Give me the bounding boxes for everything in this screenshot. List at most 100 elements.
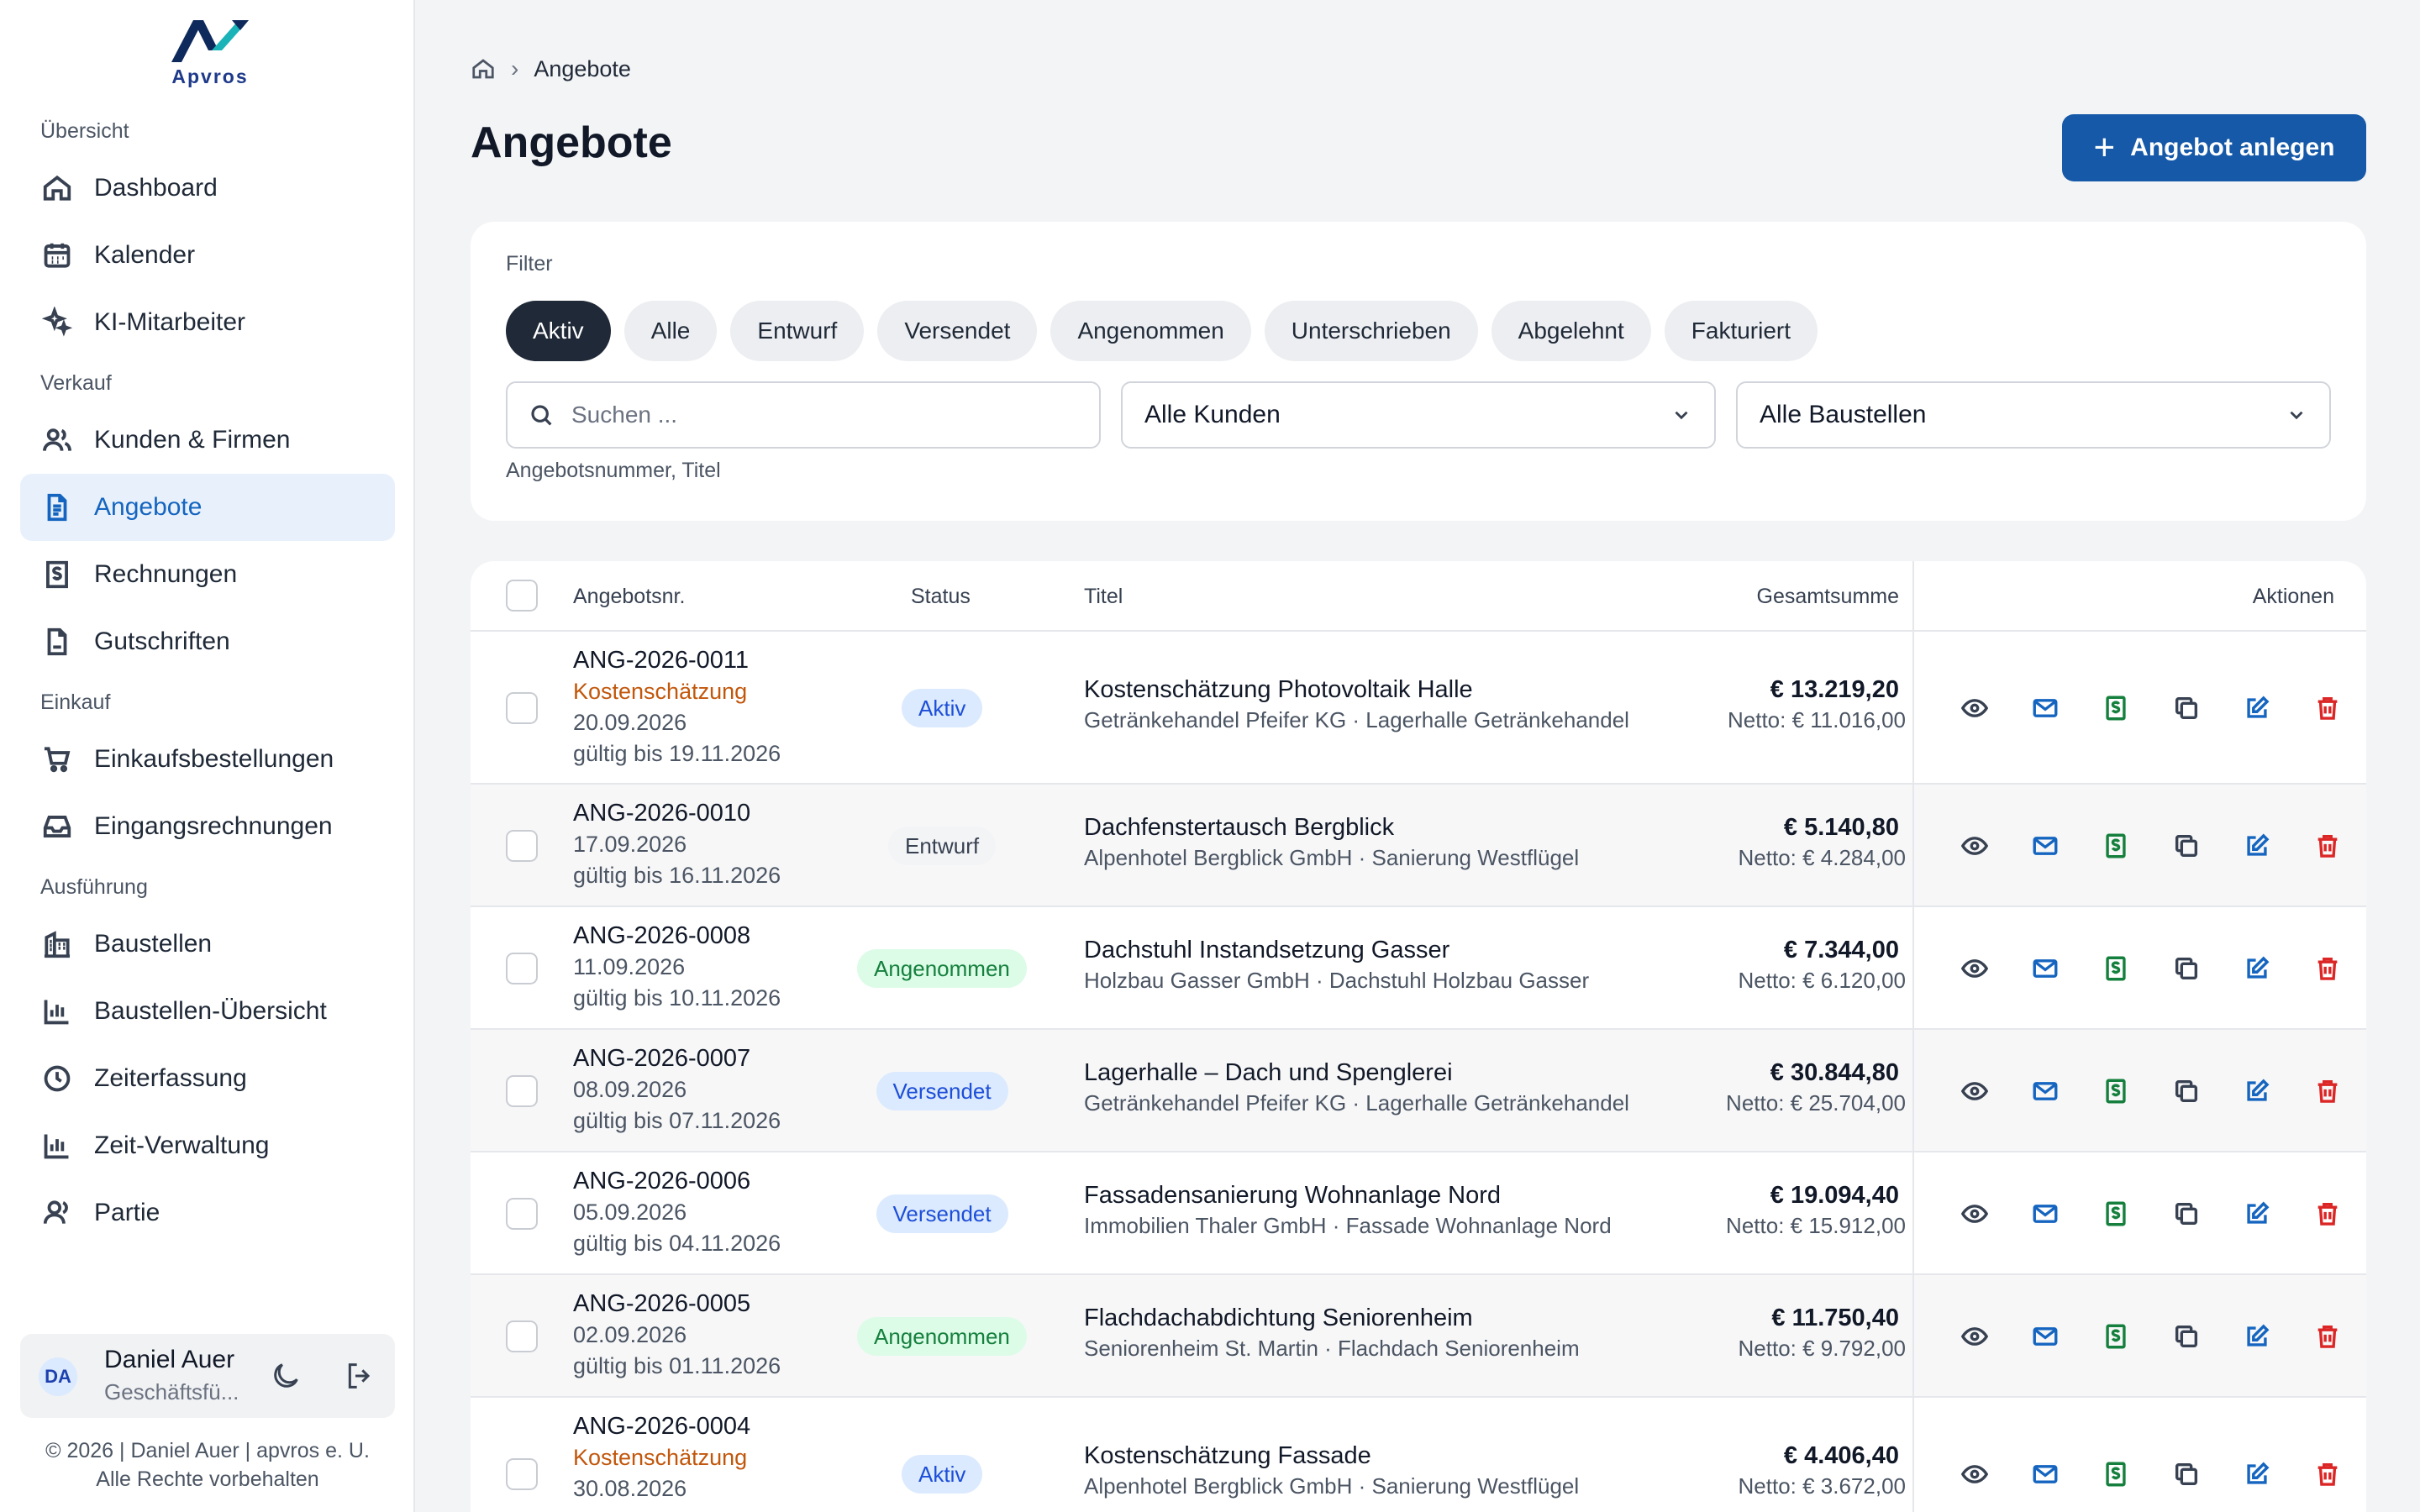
user-card[interactable]: DA Daniel Auer Geschäftsfü...: [20, 1334, 395, 1418]
view-eye-icon[interactable]: [1958, 691, 1991, 725]
copy-icon[interactable]: [2170, 829, 2203, 863]
sidebar-item-eingangsrechnungen[interactable]: Eingangsrechnungen: [20, 793, 395, 860]
home-icon[interactable]: [471, 56, 496, 81]
offer-number[interactable]: ANG-2026-0006: [573, 1168, 750, 1195]
sidebar-item-zeit-verwaltung[interactable]: Zeit-Verwaltung: [20, 1112, 395, 1179]
invoice-dollar-icon[interactable]: [2099, 829, 2133, 863]
edit-icon[interactable]: [2240, 1320, 2274, 1353]
row-checkbox[interactable]: [506, 830, 538, 862]
copy-icon[interactable]: [2170, 1074, 2203, 1108]
edit-icon[interactable]: [2240, 829, 2274, 863]
view-eye-icon[interactable]: [1958, 1197, 1991, 1231]
email-icon[interactable]: [2028, 1457, 2062, 1491]
table-row[interactable]: ANG-2026-0004 Kostenschätzung 30.08.2026 Ak…: [471, 1398, 2366, 1512]
sidebar-item-rechnungen[interactable]: Rechnungen: [20, 541, 395, 608]
filter-chip-versendet[interactable]: Versendet: [877, 301, 1038, 361]
copy-icon[interactable]: [2170, 1320, 2203, 1353]
add-offer-button[interactable]: + Angebot anlegen: [2062, 114, 2366, 181]
sidebar-item-einkaufsbestellungen[interactable]: Einkaufsbestellungen: [20, 726, 395, 793]
sidebar-item-baustellen[interactable]: Baustellen: [20, 911, 395, 978]
table-row[interactable]: ANG-2026-0011 Kostenschätzung 20.09.2026 gü…: [471, 632, 2366, 785]
invoice-dollar-icon[interactable]: [2099, 1197, 2133, 1231]
offer-number[interactable]: ANG-2026-0005: [573, 1290, 750, 1318]
edit-icon[interactable]: [2240, 952, 2274, 985]
delete-trash-icon[interactable]: [2311, 952, 2344, 985]
filter-chip-entwurf[interactable]: Entwurf: [730, 301, 865, 361]
offer-number[interactable]: ANG-2026-0008: [573, 922, 750, 950]
email-icon[interactable]: [2028, 829, 2062, 863]
sidebar-item-ki-mitarbeiter[interactable]: KI-Mitarbeiter: [20, 289, 395, 356]
row-checkbox[interactable]: [506, 1320, 538, 1352]
sidebar-item-angebote[interactable]: Angebote: [20, 474, 395, 541]
sidebar-item-partie[interactable]: Partie: [20, 1179, 395, 1247]
copy-icon[interactable]: [2170, 952, 2203, 985]
column-total[interactable]: Gesamtsumme: [1757, 585, 1899, 609]
search-box[interactable]: [506, 381, 1101, 449]
email-icon[interactable]: [2028, 1197, 2062, 1231]
offer-number[interactable]: ANG-2026-0004: [573, 1413, 750, 1441]
filter-chip-aktiv[interactable]: Aktiv: [506, 301, 611, 361]
edit-icon[interactable]: [2240, 1197, 2274, 1231]
table-row[interactable]: ANG-2026-0006 05.09.2026 gültig bis 04.11.…: [471, 1152, 2366, 1275]
column-number[interactable]: Angebotsnr.: [573, 585, 685, 609]
edit-icon[interactable]: [2240, 1074, 2274, 1108]
edit-icon[interactable]: [2240, 691, 2274, 725]
column-title[interactable]: Titel: [1084, 585, 1123, 609]
email-icon[interactable]: [2028, 952, 2062, 985]
invoice-dollar-icon[interactable]: [2099, 1457, 2133, 1491]
column-status[interactable]: Status: [911, 585, 971, 609]
invoice-dollar-icon[interactable]: [2099, 691, 2133, 725]
edit-icon[interactable]: [2240, 1457, 2274, 1491]
delete-trash-icon[interactable]: [2311, 1457, 2344, 1491]
table-row[interactable]: ANG-2026-0010 17.09.2026 gültig bis 16.11.…: [471, 785, 2366, 907]
invoice-dollar-icon[interactable]: [2099, 1074, 2133, 1108]
row-checkbox[interactable]: [506, 692, 538, 724]
sidebar-item-baustellen-übersicht[interactable]: Baustellen-Übersicht: [20, 978, 395, 1045]
delete-trash-icon[interactable]: [2311, 691, 2344, 725]
row-checkbox[interactable]: [506, 1198, 538, 1230]
filter-chip-unterschrieben[interactable]: Unterschrieben: [1264, 301, 1478, 361]
view-eye-icon[interactable]: [1958, 952, 1991, 985]
offer-number[interactable]: ANG-2026-0010: [573, 800, 750, 827]
email-icon[interactable]: [2028, 1074, 2062, 1108]
delete-trash-icon[interactable]: [2311, 1074, 2344, 1108]
copy-icon[interactable]: [2170, 691, 2203, 725]
email-icon[interactable]: [2028, 1320, 2062, 1353]
filter-chip-fakturiert[interactable]: Fakturiert: [1664, 301, 1818, 361]
view-eye-icon[interactable]: [1958, 1457, 1991, 1491]
invoice-dollar-icon[interactable]: [2099, 952, 2133, 985]
table-row[interactable]: ANG-2026-0007 08.09.2026 gültig bis 07.11.…: [471, 1030, 2366, 1152]
logout-icon[interactable]: [343, 1359, 376, 1393]
filter-chip-abgelehnt[interactable]: Abgelehnt: [1491, 301, 1651, 361]
search-input[interactable]: [571, 402, 1076, 428]
view-eye-icon[interactable]: [1958, 1074, 1991, 1108]
offer-number[interactable]: ANG-2026-0007: [573, 1045, 750, 1073]
filter-chip-angenommen[interactable]: Angenommen: [1050, 301, 1251, 361]
copy-icon[interactable]: [2170, 1457, 2203, 1491]
row-checkbox[interactable]: [506, 1075, 538, 1107]
offer-number[interactable]: ANG-2026-0011: [573, 647, 749, 675]
sidebar-item-kalender[interactable]: Kalender: [20, 222, 395, 289]
customer-select[interactable]: Alle Kunden: [1121, 381, 1716, 449]
view-eye-icon[interactable]: [1958, 829, 1991, 863]
view-eye-icon[interactable]: [1958, 1320, 1991, 1353]
invoice-dollar-icon[interactable]: [2099, 1320, 2133, 1353]
filter-chip-alle[interactable]: Alle: [623, 301, 718, 361]
sidebar-item-kunden-firmen[interactable]: Kunden & Firmen: [20, 407, 395, 474]
select-all-checkbox[interactable]: [506, 580, 538, 612]
sidebar-item-gutschriften[interactable]: Gutschriften: [20, 608, 395, 675]
table-row[interactable]: ANG-2026-0005 02.09.2026 gültig bis 01.11.…: [471, 1275, 2366, 1398]
copy-icon[interactable]: [2170, 1197, 2203, 1231]
brand-logo[interactable]: Apvros: [160, 17, 260, 89]
delete-trash-icon[interactable]: [2311, 1320, 2344, 1353]
dark-mode-moon-icon[interactable]: [269, 1359, 302, 1393]
email-icon[interactable]: [2028, 691, 2062, 725]
delete-trash-icon[interactable]: [2311, 1197, 2344, 1231]
row-checkbox[interactable]: [506, 1458, 538, 1490]
sidebar-item-zeiterfassung[interactable]: Zeiterfassung: [20, 1045, 395, 1112]
row-checkbox[interactable]: [506, 953, 538, 984]
table-row[interactable]: ANG-2026-0008 11.09.2026 gültig bis 10.11.…: [471, 907, 2366, 1030]
sidebar-item-dashboard[interactable]: Dashboard: [20, 155, 395, 222]
delete-trash-icon[interactable]: [2311, 829, 2344, 863]
site-select[interactable]: Alle Baustellen: [1736, 381, 2331, 449]
